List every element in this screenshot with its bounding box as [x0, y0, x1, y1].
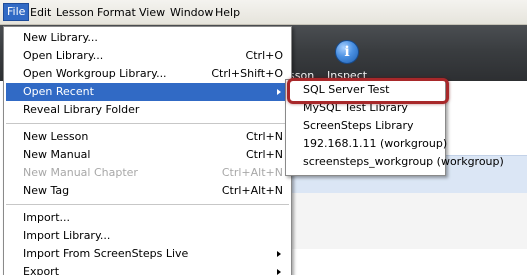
menu-item-label: New Lesson	[23, 130, 89, 143]
menu-item-label: New Tag	[23, 184, 70, 197]
menu-item-new-tag[interactable]: New Tag Ctrl+Alt+N	[6, 182, 289, 200]
menu-item-export[interactable]: Export	[6, 263, 289, 275]
menu-item-import-library[interactable]: Import Library...	[6, 227, 289, 245]
menu-item-label: Open Recent	[23, 85, 94, 98]
menu-item-import-screensteps-live[interactable]: Import From ScreenSteps Live	[6, 245, 289, 263]
menu-view[interactable]: View	[136, 4, 168, 21]
menu-item-label: Open Workgroup Library...	[23, 67, 167, 80]
menu-item-shortcut: Ctrl+N	[245, 130, 283, 143]
menu-item-label: New Manual Chapter	[23, 166, 138, 179]
menu-item-reveal-library-folder[interactable]: Reveal Library Folder	[6, 101, 289, 119]
menu-bar: File Edit Lesson Format View Window Help	[0, 0, 527, 25]
menu-item-open-workgroup-library[interactable]: Open Workgroup Library... Ctrl+Shift+O	[6, 65, 289, 83]
submenu-arrow-icon	[277, 89, 281, 95]
menu-item-open-recent[interactable]: Open Recent	[6, 83, 289, 101]
recent-item-ip-workgroup[interactable]: 192.168.1.11 (workgroup)	[288, 135, 447, 153]
menu-item-import[interactable]: Import...	[6, 209, 289, 227]
menu-lesson[interactable]: Lesson	[53, 4, 97, 21]
menu-item-new-manual-chapter: New Manual Chapter Ctrl+Alt+N	[6, 164, 289, 182]
menu-item-label: Import...	[23, 211, 70, 224]
file-menu: New Library... Open Library... Ctrl+O Op…	[3, 26, 292, 275]
recent-item-label: screensteps_workgroup (workgroup)	[303, 155, 504, 168]
menu-item-shortcut: Ctrl+Alt+N	[221, 166, 283, 179]
menu-item-open-library[interactable]: Open Library... Ctrl+O	[6, 47, 289, 65]
menu-item-label: Export	[23, 265, 60, 275]
inspect-icon[interactable]: i	[335, 40, 359, 64]
submenu-arrow-icon	[277, 269, 281, 275]
recent-item-screensteps-library[interactable]: ScreenSteps Library	[288, 117, 443, 135]
content-area	[290, 193, 527, 249]
menu-file[interactable]: File	[3, 3, 30, 21]
app-window: File Edit Lesson Format View Window Help…	[0, 0, 527, 275]
menu-item-new-lesson[interactable]: New Lesson Ctrl+N	[6, 128, 289, 146]
recent-item-label: 192.168.1.11 (workgroup)	[303, 137, 448, 150]
menu-item-shortcut: Ctrl+N	[245, 148, 283, 161]
menu-help[interactable]: Help	[212, 4, 243, 21]
menu-item-label: Import Library...	[23, 229, 111, 242]
menu-item-new-library[interactable]: New Library...	[6, 29, 289, 47]
menu-edit[interactable]: Edit	[27, 4, 54, 21]
recent-item-screensteps-workgroup[interactable]: screensteps_workgroup (workgroup)	[288, 153, 504, 171]
menu-item-label: New Manual	[23, 148, 91, 161]
menu-item-label: Open Library...	[23, 49, 104, 62]
menu-item-label: Reveal Library Folder	[23, 103, 140, 116]
menu-item-label: New Library...	[23, 31, 98, 44]
menu-item-shortcut: Ctrl+O	[245, 49, 283, 62]
menu-item-label: Import From ScreenSteps Live	[23, 247, 189, 260]
menu-item-shortcut: Ctrl+Shift+O	[211, 67, 283, 80]
menu-item-new-manual[interactable]: New Manual Ctrl+N	[6, 146, 289, 164]
menu-separator	[6, 204, 289, 205]
submenu-arrow-icon	[277, 251, 281, 257]
menu-separator	[6, 123, 289, 124]
menu-window[interactable]: Window	[167, 4, 216, 21]
menu-item-shortcut: Ctrl+Alt+N	[221, 184, 283, 197]
recent-item-label: ScreenSteps Library	[303, 119, 414, 132]
menu-format[interactable]: Format	[94, 4, 139, 21]
annotation-highlight-box	[287, 78, 449, 104]
